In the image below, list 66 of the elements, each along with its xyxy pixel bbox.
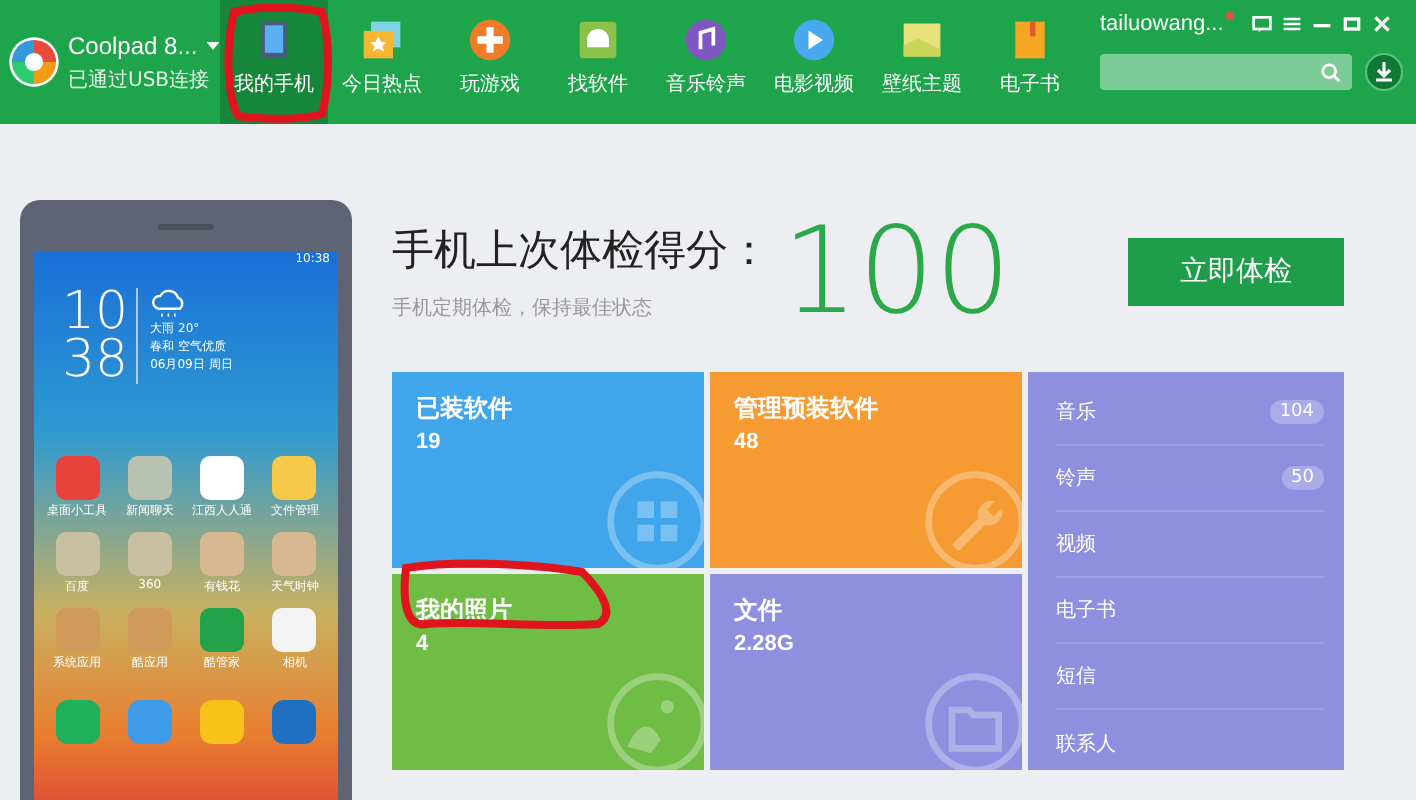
nav-tab[interactable]: 电影视频 bbox=[760, 0, 868, 124]
media-item[interactable]: 电子书 bbox=[1056, 596, 1116, 624]
image-icon bbox=[604, 670, 704, 770]
nav-tab[interactable]: 找软件 bbox=[544, 0, 652, 124]
app-icon[interactable] bbox=[55, 532, 100, 576]
media-item[interactable]: 短信 bbox=[1056, 662, 1096, 690]
app-icon[interactable] bbox=[272, 456, 317, 500]
clock-minute: 38 bbox=[62, 336, 129, 384]
app-icon[interactable] bbox=[200, 608, 245, 652]
tile-count: 4 bbox=[416, 632, 429, 656]
search-field[interactable] bbox=[1100, 54, 1352, 90]
tile-count: 48 bbox=[734, 430, 759, 454]
download-icon[interactable] bbox=[1364, 52, 1404, 92]
username[interactable]: tailuowang... bbox=[1100, 12, 1224, 36]
star-icon bbox=[360, 18, 404, 62]
dock-app-icon[interactable] bbox=[128, 700, 172, 744]
connection-status: 已通过USB连接 bbox=[68, 67, 212, 93]
media-item[interactable]: 视频 bbox=[1056, 530, 1096, 558]
dock-app-icon[interactable] bbox=[200, 700, 244, 744]
dock-app-icon[interactable] bbox=[56, 700, 100, 744]
device-selector[interactable]: Coolpad 8... bbox=[68, 31, 220, 59]
app-icon[interactable] bbox=[272, 532, 317, 576]
tile-title: 已装软件 bbox=[416, 392, 512, 426]
wallpaper-icon bbox=[900, 18, 944, 62]
game-icon bbox=[468, 18, 512, 62]
app-icon[interactable] bbox=[200, 532, 245, 576]
music-icon bbox=[684, 18, 728, 62]
app-icon[interactable] bbox=[127, 456, 172, 500]
app-icon[interactable] bbox=[272, 608, 317, 652]
wrench-icon bbox=[922, 468, 1022, 568]
maximize-icon[interactable] bbox=[1341, 14, 1362, 34]
search-icon bbox=[1320, 61, 1342, 83]
menu-icon[interactable] bbox=[1281, 14, 1302, 34]
app-icon[interactable] bbox=[200, 456, 245, 500]
tile-title: 管理预装软件 bbox=[734, 392, 878, 426]
tile-count: 19 bbox=[416, 430, 441, 454]
category-tile[interactable]: 已装软件 19 bbox=[392, 372, 704, 568]
close-icon[interactable] bbox=[1371, 14, 1392, 34]
tile-title: 文件 bbox=[734, 594, 782, 628]
nav-tab[interactable]: 音乐铃声 bbox=[652, 0, 760, 124]
dock-app-icon[interactable] bbox=[272, 700, 316, 744]
logo-icon bbox=[8, 36, 60, 88]
app-icon[interactable] bbox=[127, 532, 172, 576]
checkup-button[interactable]: 立即体检 bbox=[1128, 238, 1344, 306]
count-badge: 50 bbox=[1281, 466, 1324, 490]
nav-tab[interactable]: 壁纸主题 bbox=[868, 0, 976, 124]
score-title: 手机上次体检得分： bbox=[392, 224, 770, 278]
clock-hour: 10 bbox=[62, 288, 129, 336]
tile-count: 2.28G bbox=[734, 632, 794, 656]
caret-icon bbox=[205, 41, 220, 49]
nav-tab[interactable]: 电子书 bbox=[976, 0, 1084, 124]
app-icon[interactable] bbox=[55, 456, 100, 500]
nav-tab[interactable]: 玩游戏 bbox=[436, 0, 544, 124]
play-icon bbox=[792, 18, 836, 62]
count-badge: 104 bbox=[1269, 400, 1324, 424]
score-value: 100 bbox=[782, 212, 1012, 332]
folder-icon bbox=[922, 670, 1022, 770]
media-item[interactable]: 铃声 bbox=[1056, 464, 1096, 492]
message-icon[interactable] bbox=[1251, 14, 1272, 34]
media-item[interactable]: 音乐 bbox=[1056, 398, 1096, 426]
nav-tab[interactable]: 今日热点 bbox=[328, 0, 436, 124]
score-subtitle: 手机定期体检，保持最佳状态 bbox=[392, 295, 654, 322]
grid-icon bbox=[604, 468, 704, 568]
category-tile[interactable]: 文件 2.28G bbox=[710, 574, 1022, 770]
category-tile[interactable]: 管理预装软件 48 bbox=[710, 372, 1022, 568]
media-item[interactable]: 联系人 bbox=[1056, 729, 1116, 757]
